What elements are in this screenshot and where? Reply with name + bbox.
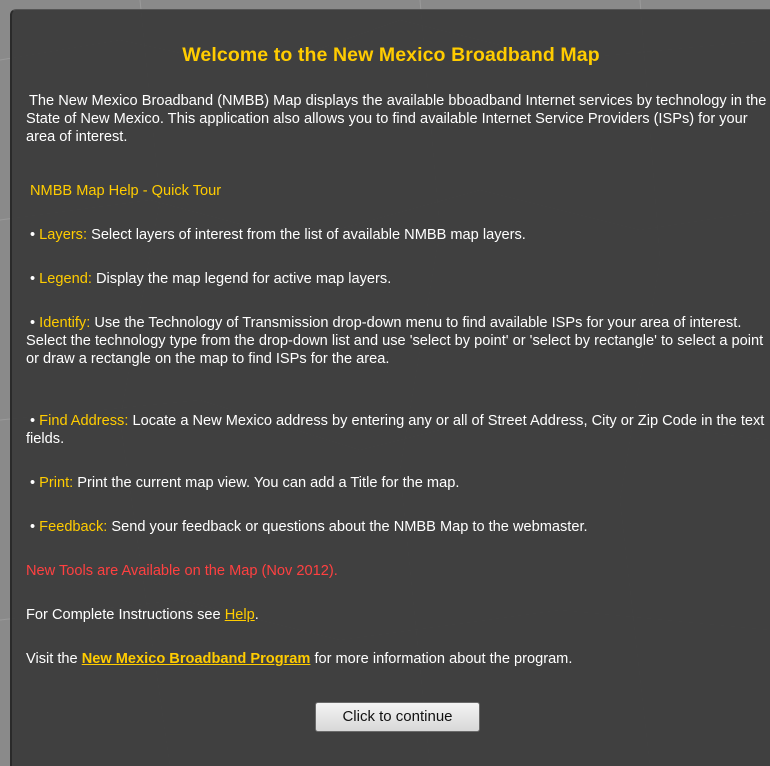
- help-item-label: Feedback:: [39, 519, 108, 535]
- visit-suffix: for more information about the program.: [310, 651, 573, 667]
- complete-instructions: For Complete Instructions see Help.: [26, 606, 768, 624]
- help-item-text: Use the Technology of Transmission drop-…: [90, 315, 742, 331]
- help-item-label: Print:: [39, 475, 74, 491]
- help-item-find-address: • Find Address: Locate a New Mexico addr…: [26, 412, 768, 448]
- help-item-label: Find Address:: [39, 413, 129, 429]
- complete-instructions-suffix: .: [254, 607, 259, 623]
- help-item-label: Layers:: [39, 227, 88, 243]
- help-item-text: Locate a New Mexico address by entering …: [26, 413, 765, 447]
- help-item-print: • Print: Print the current map view. You…: [30, 474, 770, 492]
- continue-button[interactable]: Click to continue: [315, 702, 480, 732]
- bullet-icon: •: [30, 315, 36, 331]
- complete-instructions-prefix: For Complete Instructions see: [26, 607, 225, 623]
- intro-text: The New Mexico Broadband (NMBB) Map disp…: [26, 93, 767, 145]
- new-tools-notice: New Tools are Available on the Map (Nov …: [26, 563, 338, 579]
- visit-program: Visit the New Mexico Broadband Program f…: [26, 650, 768, 668]
- help-item-layers: • Layers: Select layers of interest from…: [30, 226, 770, 244]
- help-item-text: Send your feedback or questions about th…: [107, 519, 588, 535]
- help-item-extra: Select the technology type from the drop…: [26, 333, 764, 367]
- bullet-icon: •: [30, 519, 36, 535]
- help-item-text: Print the current map view. You can add …: [73, 475, 460, 491]
- help-item-identify: • Identify: Use the Technology of Transm…: [26, 314, 770, 368]
- help-item-label: Identify:: [39, 315, 91, 331]
- bullet-icon: •: [30, 475, 36, 491]
- help-item-text: Display the map legend for active map la…: [91, 271, 392, 287]
- bullet-icon: •: [30, 227, 36, 243]
- welcome-dialog: Welcome to the New Mexico Broadband Map …: [10, 9, 770, 766]
- quick-tour-heading: NMBB Map Help - Quick Tour: [30, 183, 222, 199]
- bullet-icon: •: [30, 413, 36, 429]
- help-item-label: Legend:: [39, 271, 92, 287]
- help-link[interactable]: Help: [225, 607, 255, 623]
- help-item-legend: • Legend: Display the map legend for act…: [30, 270, 770, 288]
- program-link[interactable]: New Mexico Broadband Program: [82, 651, 311, 667]
- bullet-icon: •: [30, 271, 36, 287]
- visit-prefix: Visit the: [26, 651, 82, 667]
- help-item-text: Select layers of interest from the list …: [87, 227, 526, 243]
- dialog-title: Welcome to the New Mexico Broadband Map: [182, 44, 600, 66]
- help-item-feedback: • Feedback: Send your feedback or questi…: [30, 518, 770, 536]
